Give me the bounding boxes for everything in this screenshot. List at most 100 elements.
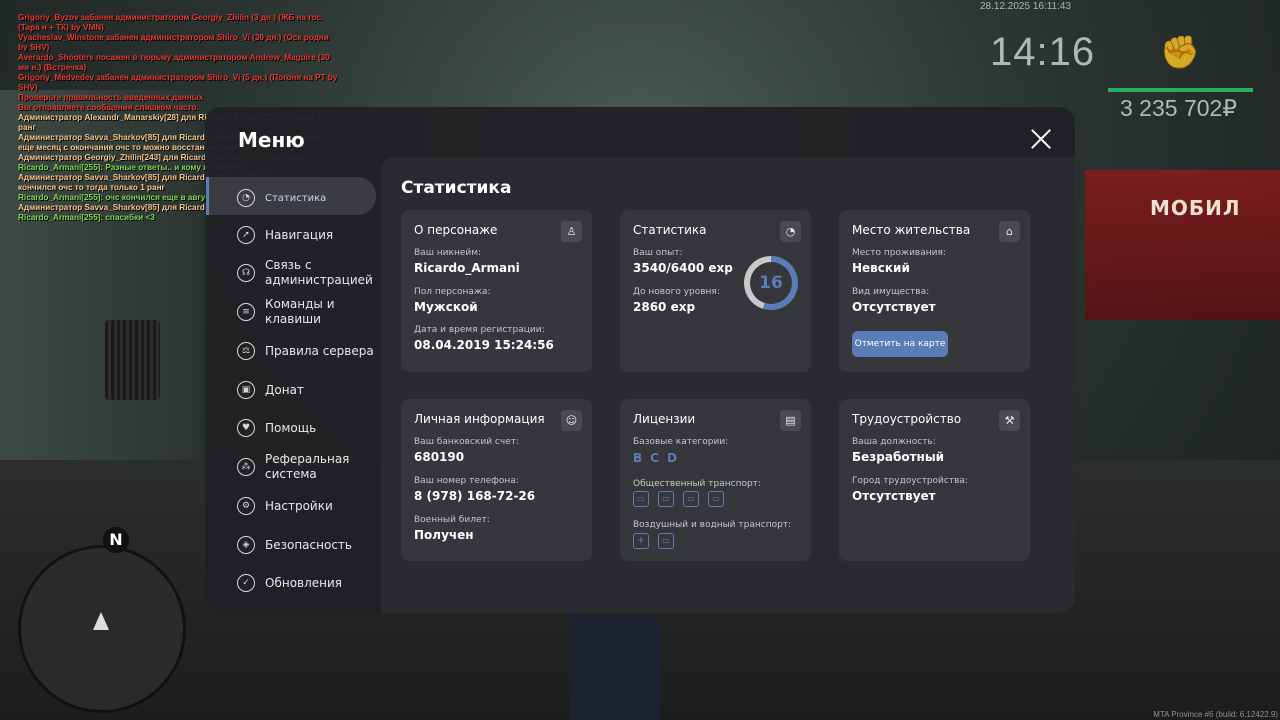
property-label: Вид имущества: [852,287,930,297]
build-info: MTA Province #6 (build: 6.12422.9) [1153,710,1278,719]
position-value: Безработный [852,450,945,464]
hud-time: 14:16 [990,30,1096,74]
residence-value: Невский [852,261,910,275]
public-transport-label: Общественный транспорт: [633,479,761,489]
chat-message: Grigoriy_Byzov забанен администратором G… [18,13,324,32]
residence-label: Место проживания: [852,248,946,258]
minimap-north-icon: N [103,527,129,553]
card-job: Трудоустройство ⚒ Ваша должность: Безраб… [839,399,1030,561]
scene-player-character [570,600,660,720]
level-progress-ring: 16 [744,256,798,310]
gender-label: Пол персонажа: [414,287,491,297]
property-value: Отсутствует [852,300,936,314]
sidebar-item-icon: ▣ [237,381,255,399]
gender-value: Мужской [414,300,478,314]
trolleybus-icon: ▭ [683,491,699,507]
sidebar-item-label: Помощь [265,420,317,435]
sidebar-item-icon: ◈ [237,536,255,554]
tram-icon: ▭ [633,491,649,507]
sidebar-item-label: Реферальная система [265,452,350,481]
sidebar-item[interactable]: ◔ Статистика [237,183,377,213]
phone-label: Ваш номер телефона: [414,476,519,486]
license-category: D [666,451,677,465]
sidebar-item[interactable]: ⁂ Реферальная система [237,452,377,482]
sidebar-item-icon: ➚ [237,226,255,244]
pie-chart-icon: ◔ [780,221,801,242]
base-categories: B C D [633,451,677,465]
sidebar-item[interactable]: ☊ Связь с администрацией [237,258,377,288]
level-value: 16 [750,262,792,304]
sidebar-item-icon: ✓ [237,574,255,592]
nickname-value: Ricardo_Armani [414,261,520,275]
sidebar-item-icon: ⚖ [237,342,255,360]
sidebar-item-label: Донат [265,382,304,397]
nickname-label: Ваш никнейм: [414,248,482,258]
next-level-value: 2860 exp [633,300,696,314]
sidebar-item-label: Настройки [265,498,333,513]
sidebar-item-label: Навигация [265,227,334,242]
sidebar-item[interactable]: ▣ Донат [237,375,377,405]
bank-label: Ваш банковский счет: [414,437,520,447]
sidebar-item[interactable]: ♥ Помощь [237,413,377,443]
card-title: О персонаже [414,223,498,237]
card-residence: Место жительства ⌂ Место проживания: Нев… [839,210,1030,372]
exp-label: Ваш опыт: [633,248,683,258]
registration-value: 08.04.2019 15:24:56 [414,338,554,352]
profile-icon: ☺ [561,410,582,431]
card-stats: Статистика ◔ Ваш опыт: 3540/6400 exp До … [620,210,811,372]
military-label: Военный билет: [414,515,490,525]
registration-label: Дата и время регистрации: [414,325,545,335]
sidebar-item[interactable]: ✓ Обновления [237,568,377,598]
health-bar [1108,88,1253,92]
sidebar-item[interactable]: ≡ Команды и клавиши [237,297,377,327]
bank-value: 680190 [414,450,465,464]
position-label: Ваша должность: [852,437,936,447]
user-icon: ♙ [561,221,582,242]
sidebar-item-icon: ♥ [237,419,255,437]
sidebar-item-label: Статистика [265,192,327,204]
air-water-transport-icons: ✈ ▭ [633,533,674,549]
sidebar-item-label: Обновления [265,575,343,590]
phone-value: 8 (978) 168-72-26 [414,489,536,503]
sidebar-item-icon: ⚙ [237,497,255,515]
air-water-transport-label: Воздушный и водный транспорт: [633,520,792,530]
card-licenses: Лицензии ▤ Базовые категории: B C D Обще… [620,399,811,561]
chat-message: Проверьте правильность введенных данных [18,93,204,102]
bus-icon: ▭ [658,491,674,507]
job-city-value: Отсутствует [852,489,936,503]
sidebar-item[interactable]: ➚ Навигация [237,220,377,250]
public-transport-icons: ▭ ▭ ▭ ▭ [633,491,724,507]
chat-message: Averardo_Shooters посажен в тюрьму админ… [18,53,330,72]
card-title: Статистика [633,223,707,237]
sidebar-item[interactable]: ⚙ Настройки [237,491,377,521]
menu-title: Меню [238,128,305,152]
base-categories-label: Базовые категории: [633,437,729,447]
license-category: C [650,451,659,465]
sidebar-item[interactable]: ⚖ Правила сервера [237,336,377,366]
scene-shop-sign [1085,170,1280,320]
player-arrow-icon [93,612,109,630]
card-title: Место жительства [852,223,971,237]
sidebar-item-label: Правила сервера [265,343,374,358]
sidebar-item-label: Команды и клавиши [265,297,335,326]
card-title: Лицензии [633,412,696,426]
boat-icon: ▭ [658,533,674,549]
card-character: О персонаже ♙ Ваш никнейм: Ricardo_Arman… [401,210,592,372]
card-title: Трудоустройство [852,412,962,426]
sidebar-item-icon: ◔ [237,189,255,207]
sidebar-item-label: Связь с администрацией [265,258,373,287]
job-city-label: Город трудоустройства: [852,476,968,486]
pickaxe-icon: ⚒ [999,410,1020,431]
chat-message: Vyacheslav_Winstone забанен администрато… [18,33,329,52]
license-icon: ▤ [780,410,801,431]
plane-icon: ✈ [633,533,649,549]
license-category: B [633,451,643,465]
close-icon[interactable] [1030,128,1052,150]
sidebar-item[interactable]: ◈ Безопасность [237,530,377,560]
exp-value: 3540/6400 exp [633,261,733,275]
sidebar-item-icon: ⁂ [237,458,255,476]
military-value: Получен [414,528,474,542]
chat-message: Grigoriy_Medvedev забанен администраторо… [18,73,338,92]
mark-on-map-button[interactable]: Отметить на карте [852,331,948,357]
hud-money: 3 235 702₽ [1120,95,1237,121]
